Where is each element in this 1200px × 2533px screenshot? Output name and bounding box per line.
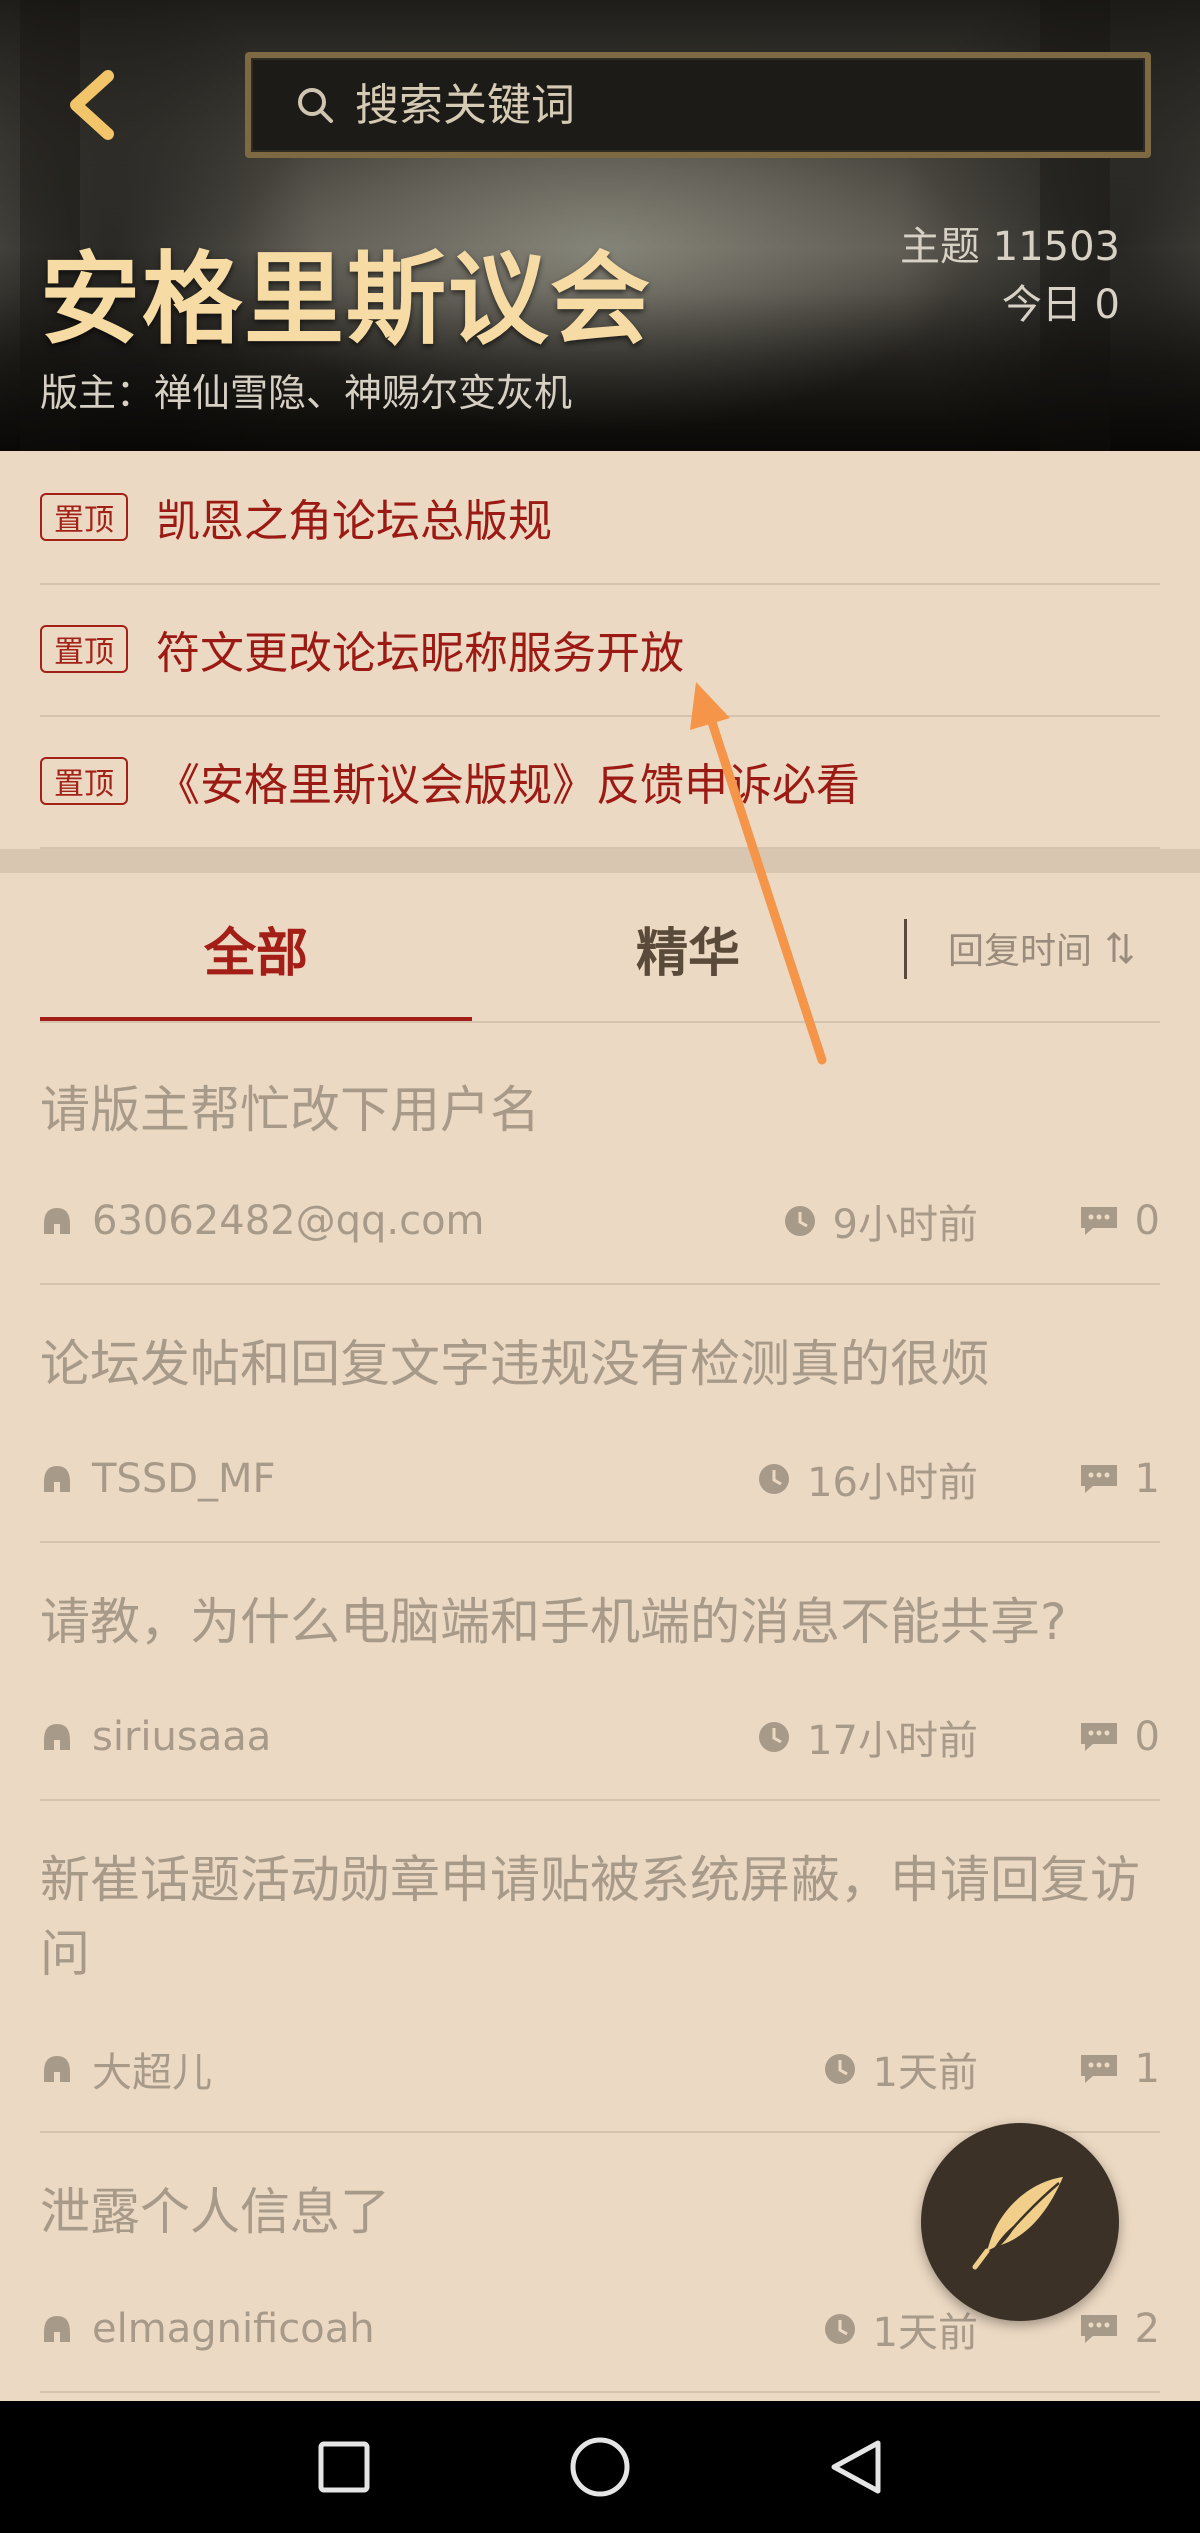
system-nav-bar — [0, 2401, 1200, 2533]
thread-time: 17小时前 — [757, 1709, 978, 1765]
comment-icon — [1080, 1465, 1117, 1493]
thread-title: 请版主帮忙改下用户名 — [40, 1081, 540, 1139]
thread-author: siriusaaa — [40, 1709, 271, 1765]
helmet-icon — [44, 2316, 70, 2342]
thread-time: 1天前 — [823, 2041, 978, 2097]
topic-count: 主题 11503 — [900, 224, 1120, 270]
moderator-list: 版主：禅仙雪隐、神赐尔变灰机 — [40, 371, 573, 415]
author-name: 大超儿 — [92, 2050, 212, 2096]
thread-author: TSSD_MF — [40, 1451, 276, 1507]
recents-button[interactable] — [306, 2429, 382, 2505]
pinned-badge: 置顶 — [40, 493, 128, 541]
forum-stats: 主题 11503 今日 0 — [900, 218, 1120, 334]
search-input[interactable] — [353, 78, 1145, 132]
section-divider — [0, 849, 1200, 873]
compose-button[interactable] — [921, 2123, 1119, 2321]
thread-meta: TSSD_MF 16小时前 1 — [40, 1451, 1160, 1507]
helmet-icon — [44, 1208, 70, 1234]
clock-icon — [824, 2314, 855, 2344]
reply-count: 2 — [1134, 2306, 1160, 2352]
thread-replies: 1 — [1079, 1451, 1160, 1507]
thread-author: 大超儿 — [40, 2041, 212, 2097]
sort-separator — [904, 919, 907, 979]
thread-author: 63062482@qq.com — [40, 1193, 485, 1249]
thread-title: 论坛发帖和回复文字违规没有检测真的很烦 — [40, 1335, 990, 1393]
search-box[interactable] — [245, 52, 1151, 158]
pinned-item[interactable]: 置顶 《安格里斯议会版规》反馈申诉必看 — [40, 715, 1160, 849]
reply-count: 1 — [1134, 1456, 1160, 1502]
time-text: 1天前 — [872, 2050, 978, 2096]
thread-meta: siriusaaa 17小时前 0 — [40, 1709, 1160, 1765]
thread-item[interactable]: 请教，为什么电脑端和手机端的消息不能共享? siriusaaa 17小时前 0 — [40, 1541, 1160, 1801]
thread-time: 9小时前 — [783, 1193, 978, 1249]
author-name: TSSD_MF — [92, 1456, 276, 1502]
clock-icon — [784, 1206, 815, 1236]
search-icon — [298, 88, 333, 123]
chevron-left-icon — [70, 70, 114, 140]
back-nav-button[interactable] — [818, 2429, 894, 2505]
sort-button[interactable]: 回复时间 — [948, 918, 1134, 978]
author-name: elmagnificoah — [92, 2306, 375, 2352]
pinned-title: 符文更改论坛昵称服务开放 — [156, 628, 684, 679]
thread-meta: 63062482@qq.com 9小时前 0 — [40, 1193, 1160, 1249]
time-text: 17小时前 — [807, 1718, 978, 1764]
thread-replies: 1 — [1079, 2041, 1160, 2097]
pinned-badge: 置顶 — [40, 757, 128, 805]
thread-title: 新崔话题活动勋章申请贴被系统屏蔽，申请回复访问 — [40, 1851, 1140, 1983]
back-button[interactable] — [56, 70, 126, 140]
square-icon — [318, 2441, 370, 2493]
pinned-badge: 置顶 — [40, 625, 128, 673]
clock-icon — [759, 1464, 790, 1494]
thread-item[interactable]: 请版主帮忙改下用户名 63062482@qq.com 9小时前 0 — [40, 1023, 1160, 1285]
clock-icon — [824, 2054, 855, 2084]
thread-replies: 0 — [1079, 1193, 1160, 1249]
author-name: 63062482@qq.com — [92, 1198, 485, 1244]
pinned-title: 凯恩之角论坛总版规 — [156, 496, 552, 547]
pinned-item[interactable]: 置顶 凯恩之角论坛总版规 — [40, 451, 1160, 585]
sort-label: 回复时间 — [948, 931, 1093, 972]
comment-icon — [1080, 1723, 1117, 1751]
comment-icon — [1080, 1207, 1117, 1235]
thread-meta: 大超儿 1天前 1 — [40, 2041, 1160, 2097]
time-text: 1天前 — [872, 2310, 978, 2356]
thread-author: elmagnificoah — [40, 2301, 375, 2357]
thread-time: 1天前 — [823, 2301, 978, 2357]
pinned-list: 置顶 凯恩之角论坛总版规 置顶 符文更改论坛昵称服务开放 置顶 《安格里斯议会版… — [0, 451, 1200, 849]
thread-item[interactable]: 新崔话题活动勋章申请贴被系统屏蔽，申请回复访问 大超儿 1天前 1 — [40, 1799, 1160, 2133]
comment-icon — [1080, 2315, 1117, 2343]
comment-icon — [1080, 2055, 1117, 2083]
clock-icon — [759, 1722, 790, 1752]
pinned-title: 《安格里斯议会版规》反馈申诉必看 — [156, 760, 860, 811]
thread-title: 请教，为什么电脑端和手机端的消息不能共享? — [40, 1593, 1067, 1651]
time-text: 9小时前 — [832, 1202, 978, 1248]
helmet-icon — [44, 1724, 70, 1750]
thread-replies: 2 — [1079, 2301, 1160, 2357]
helmet-icon — [44, 2056, 70, 2082]
home-button[interactable] — [562, 2429, 638, 2505]
forum-header: 安格里斯议会 版主：禅仙雪隐、神赐尔变灰机 主题 11503 今日 0 — [0, 0, 1200, 451]
pinned-item[interactable]: 置顶 符文更改论坛昵称服务开放 — [40, 583, 1160, 717]
reply-count: 0 — [1134, 1714, 1160, 1760]
author-name: siriusaaa — [92, 1714, 272, 1760]
thread-time: 16小时前 — [757, 1451, 978, 1507]
tab-all[interactable]: 全部 — [40, 873, 472, 1023]
circle-icon — [570, 2437, 630, 2497]
today-count: 今日 0 — [1001, 282, 1120, 328]
triangle-back-icon — [831, 2440, 881, 2494]
time-text: 16小时前 — [807, 1460, 978, 1506]
tab-elite[interactable]: 精华 — [472, 873, 904, 1023]
sort-toggle-icon — [1106, 931, 1134, 965]
quill-icon — [972, 2177, 1063, 2270]
forum-title: 安格里斯议会 — [40, 241, 652, 358]
thread-tabs: 全部 精华 回复时间 — [0, 873, 1200, 1023]
reply-count: 0 — [1134, 1198, 1160, 1244]
thread-item[interactable]: 论坛发帖和回复文字违规没有检测真的很烦 TSSD_MF 16小时前 1 — [40, 1283, 1160, 1543]
helmet-icon — [44, 1466, 70, 1492]
thread-replies: 0 — [1079, 1709, 1160, 1765]
reply-count: 1 — [1134, 2046, 1160, 2092]
